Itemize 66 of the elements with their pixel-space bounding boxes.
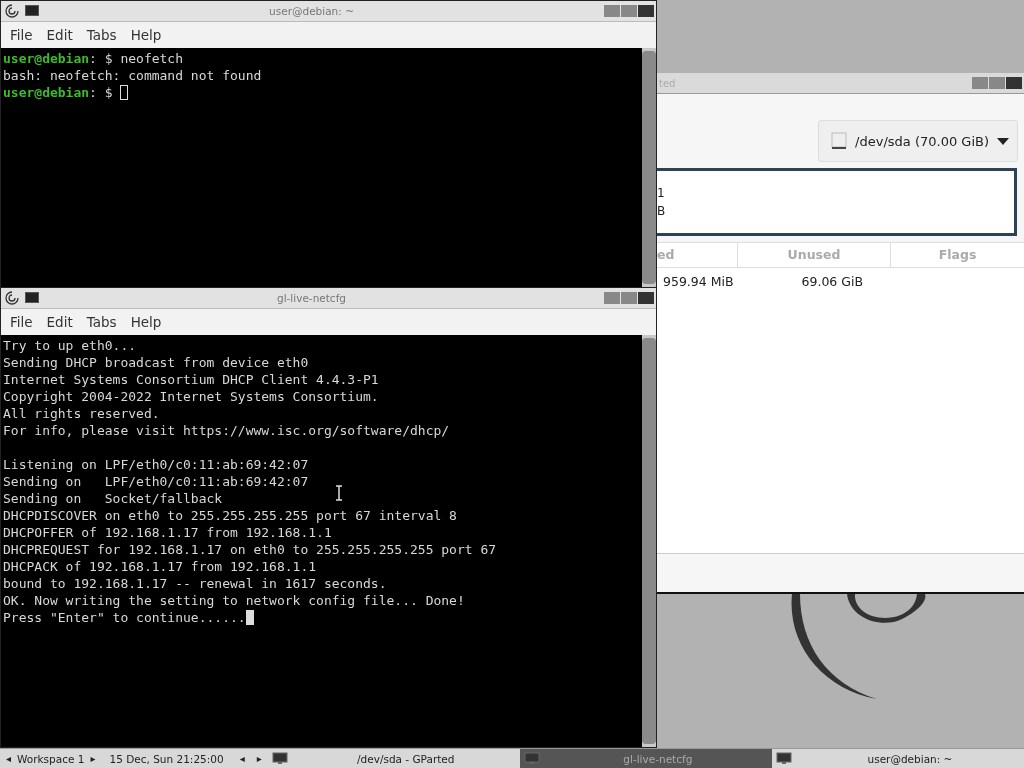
terminal-line: DHCPOFFER of 192.168.1.17 from 192.168.1.1 [3,524,332,541]
swirl-logo-icon [790,594,927,700]
terminal-line: bash: neofetch: command not found [3,67,262,84]
clock: 15 Dec, Sun 21:25:00 [108,752,225,765]
terminal-line: : $ neofetch [89,50,183,67]
terminal-line: bound to 192.168.1.17 -- renewal in 1617 seconds. [3,575,387,592]
swirl-icon [5,291,19,305]
mouse-pointer-icon [335,485,343,501]
terminal-line: Copyright 2004-2022 Internet Systems Consortium. [3,388,379,405]
close-button[interactable] [638,5,654,17]
minimize-button[interactable] [604,292,620,304]
terminal-icon [25,292,39,304]
terminal-line: Sending DHCP broadcast from device eth0 [3,354,309,371]
partition-label: B [657,204,667,218]
partition-label: 1 [657,186,666,200]
window-title: gl-live-netcfg [275,292,347,304]
next-arrow[interactable]: ▸ [84,753,102,764]
menu-item[interactable]: Edit [39,314,80,330]
close-button[interactable] [638,292,654,304]
monitor-icon [775,752,792,765]
table-cell: 69.06 GiB [801,273,863,289]
menu-item[interactable]: Help [123,314,169,330]
terminal-line: DHCPDISCOVER on eth0 to 255.255.255.255 port 67 interval 8 [3,507,457,524]
menu-item[interactable]: Edit [39,27,80,43]
terminal-line: For info, please visit https://www.isc.org/software/dhcp/ [3,422,450,439]
monitor-icon [271,752,288,765]
device-dropdown[interactable]: /dev/sda (70.00 GiB) [818,120,1018,162]
terminal-line: Try to up eth0... [3,337,137,354]
previous-arrow[interactable]: ◂ [233,753,251,764]
menu-item[interactable]: Tabs [79,27,124,43]
terminal-line: Press "Enter" to continue...... [3,609,246,626]
terminal-line: Sending on Socket/fallback [3,490,223,507]
terminal-line: DHCPREQUEST for 192.168.1.17 on eth0 to 255.255.255.255 port 67 [3,541,497,558]
terminal-line: All rights reserved. [3,405,160,422]
scrollbar[interactable] [642,48,656,287]
menu-item[interactable]: Tabs [79,314,124,330]
minimize-button[interactable] [604,5,620,17]
terminal-line: Internet Systems Consortium DHCP Client 4.4.3-P1 [3,371,379,388]
terminal-line: : $ [89,84,114,101]
menu-item[interactable]: File [3,27,40,43]
taskbar-button[interactable]: /dev/sda - GParted [267,749,520,768]
menu-item[interactable]: File [3,314,40,330]
maximize-button[interactable] [989,77,1005,89]
next-arrow[interactable]: ▸ [250,753,268,764]
menu-item[interactable]: Help [123,27,169,43]
maximize-button[interactable] [621,5,637,17]
monitor-icon [523,752,540,765]
partition-graph[interactable]: 1 B [657,168,1017,236]
terminal-line: Listening on LPF/eth0/c0:11:ab:69:42:07 [3,456,309,473]
table-cell: 959.94 MiB [663,273,734,289]
taskbar-button[interactable]: user@debian: ~ [771,749,1024,768]
caret-icon [997,137,1009,145]
prompt-text: user@debian [3,50,90,67]
maximize-button[interactable] [621,292,637,304]
terminal-line: Sending on LPF/eth0/c0:11:ab:69:42:07 [3,473,309,490]
prompt-text: user@debian [3,84,90,101]
terminal-icon [25,5,39,17]
close-button[interactable] [1006,77,1022,89]
minimize-button[interactable] [972,77,988,89]
previous-arrow[interactable]: ◂ [0,753,18,764]
terminal-line: OK. Now writing the setting to network config file... Done! [3,592,465,609]
workspace-label[interactable]: Workspace 1 [17,752,85,765]
scrollbar[interactable] [642,335,656,747]
window-title: user@debian: ~ [268,5,355,17]
terminal-line: DHCPACK of 192.168.1.17 from 192.168.1.1 [3,558,317,575]
swirl-icon [5,4,19,18]
